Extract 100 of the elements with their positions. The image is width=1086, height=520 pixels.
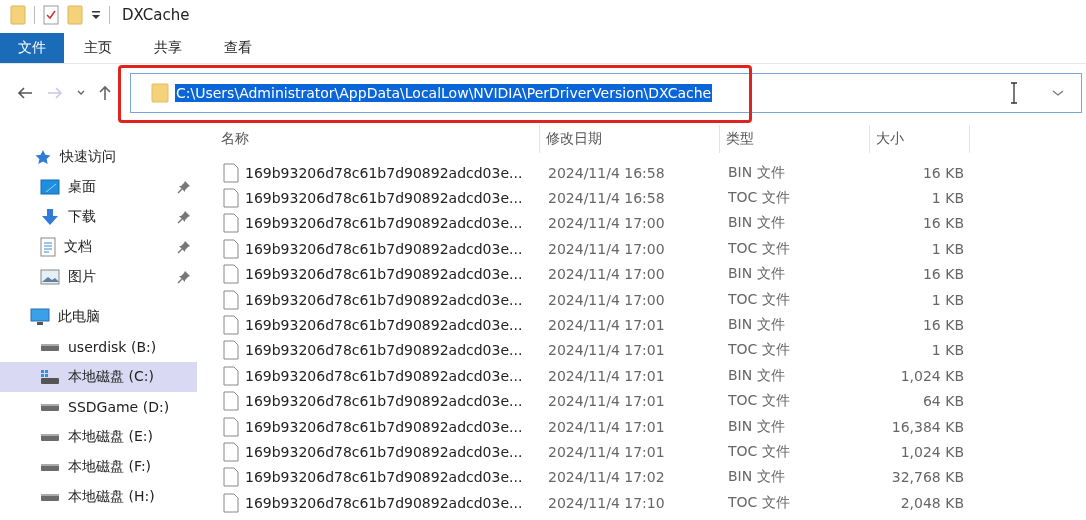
- download-icon: [40, 208, 60, 226]
- sidebar-item[interactable]: 本地磁盘 (C:): [0, 362, 197, 392]
- date-cell-text: 2024/11/4 17:10: [547, 494, 666, 511]
- file-name[interactable]: 169b93206d78c61b7d90892adcd03e...: [245, 317, 523, 334]
- address-field[interactable]: C:\Users\Administrator\AppData\LocalLow\NVIDIA\PerDriverVersion\DXCache: [130, 73, 1082, 113]
- file-name[interactable]: 169b93206d78c61b7d90892adcd03e...: [245, 444, 523, 460]
- date-cell-text: 2024/11/4 17:01: [547, 317, 666, 334]
- drive-icon: [40, 369, 60, 385]
- sidebar-item[interactable]: 此电脑: [0, 302, 197, 332]
- size-cell-text: 64 KB: [921, 393, 964, 410]
- sidebar-item[interactable]: 本地磁盘 (F:): [0, 452, 197, 482]
- column-header[interactable]: 名称: [215, 125, 540, 153]
- size-cell-text: 1 KB: [930, 190, 964, 207]
- drive-icon: [40, 492, 60, 502]
- file-name[interactable]: 169b93206d78c61b7d90892adcd03e...: [245, 494, 523, 511]
- sidebar-item[interactable]: 本地磁盘 (H:): [0, 482, 197, 512]
- type-cell-text: TOC 文件: [727, 392, 791, 411]
- file-name[interactable]: 169b93206d78c61b7d90892adcd03e...: [245, 469, 523, 486]
- file-name[interactable]: 169b93206d78c61b7d90892adcd03e...: [245, 164, 523, 181]
- type-cell-text: TOC 文件: [727, 341, 791, 360]
- star-icon: [34, 149, 52, 165]
- pin-icon[interactable]: [177, 240, 191, 254]
- size-cell-text: 16 KB: [921, 215, 964, 232]
- ribbon-tab[interactable]: 共享: [134, 33, 204, 63]
- type-cell-text: TOC 文件: [727, 290, 791, 309]
- column-header[interactable]: 大小: [870, 125, 970, 153]
- file-icon: [223, 162, 239, 183]
- column-header[interactable]: 类型: [720, 125, 870, 153]
- size-cell-text: 2,048 KB: [899, 494, 964, 511]
- file-name[interactable]: 169b93206d78c61b7d90892adcd03e...: [245, 215, 523, 232]
- ribbon-tab[interactable]: 主页: [64, 33, 134, 63]
- size-cell-text: 1,024 KB: [899, 444, 964, 460]
- drive-icon: [40, 402, 60, 412]
- type-cell-text: TOC 文件: [727, 239, 791, 258]
- pin-icon[interactable]: [177, 210, 191, 224]
- type-cell-text: TOC 文件: [727, 443, 791, 461]
- file-name[interactable]: 169b93206d78c61b7d90892adcd03e...: [245, 266, 523, 283]
- date-cell-text: 2024/11/4 16:58: [547, 164, 666, 181]
- sidebar-item[interactable]: userdisk (B:): [0, 332, 197, 362]
- sidebar-item[interactable]: 快速访问: [0, 142, 197, 172]
- size-cell-text: 1 KB: [930, 342, 964, 359]
- file-name[interactable]: 169b93206d78c61b7d90892adcd03e...: [245, 190, 523, 207]
- computer-icon: [30, 308, 50, 326]
- file-icon: [223, 416, 239, 437]
- type-cell-text: BIN 文件: [727, 468, 786, 487]
- size-cell-text: 16 KB: [921, 164, 964, 181]
- file-icon: [223, 442, 239, 462]
- file-icon: [223, 188, 239, 209]
- file-name[interactable]: 169b93206d78c61b7d90892adcd03e...: [245, 367, 523, 384]
- ribbon-tab[interactable]: 文件: [0, 33, 64, 63]
- sidebar-item[interactable]: 图片: [0, 262, 197, 292]
- type-cell-text: BIN 文件: [727, 417, 786, 436]
- pin-icon[interactable]: [177, 270, 191, 284]
- date-cell-text: 2024/11/4 17:00: [547, 215, 666, 232]
- size-cell-text: 16 KB: [921, 317, 964, 334]
- column-header[interactable]: 修改日期: [540, 125, 720, 153]
- back-icon[interactable]: [16, 85, 34, 101]
- file-icon: [223, 289, 239, 310]
- type-cell-text: TOC 文件: [727, 189, 791, 208]
- date-cell-text: 2024/11/4 17:01: [547, 342, 666, 359]
- properties-icon[interactable]: [43, 5, 59, 25]
- date-cell-text: 2024/11/4 17:00: [547, 291, 666, 308]
- file-icon: [223, 365, 239, 386]
- date-cell-text: 2024/11/4 17:00: [547, 266, 666, 283]
- file-name[interactable]: 169b93206d78c61b7d90892adcd03e...: [245, 393, 523, 410]
- image-icon: [40, 269, 60, 285]
- file-name[interactable]: 169b93206d78c61b7d90892adcd03e...: [245, 342, 523, 359]
- sidebar-item[interactable]: 桌面: [0, 172, 197, 202]
- size-cell-text: 1 KB: [930, 240, 964, 257]
- pin-icon[interactable]: [177, 180, 191, 194]
- text-cursor-icon: [1009, 82, 1019, 104]
- up-icon[interactable]: [98, 85, 112, 101]
- size-cell-text: 16,384 KB: [890, 418, 964, 435]
- ribbon-tab[interactable]: 查看: [204, 33, 274, 63]
- file-icon: [223, 492, 239, 513]
- date-cell-text: 2024/11/4 17:01: [547, 393, 666, 410]
- type-cell-text: TOC 文件: [727, 493, 791, 512]
- chevron-down-icon[interactable]: [1051, 88, 1065, 98]
- sidebar-item[interactable]: 下载: [0, 202, 197, 232]
- dropdown-icon[interactable]: [91, 9, 101, 21]
- file-name[interactable]: 169b93206d78c61b7d90892adcd03e...: [245, 291, 523, 308]
- address-path: C:\Users\Administrator\AppData\LocalLow\NVIDIA\PerDriverVersion\DXCache: [175, 84, 713, 102]
- file-icon: [223, 391, 239, 412]
- file-icon: [223, 213, 239, 234]
- sidebar-item[interactable]: 文档: [0, 232, 197, 262]
- drive-icon: [40, 342, 60, 352]
- chevron-down-icon[interactable]: [76, 89, 86, 97]
- file-icon: [223, 315, 239, 336]
- drive-icon: [40, 462, 60, 472]
- size-cell-text: 1 KB: [930, 291, 964, 308]
- file-name[interactable]: 169b93206d78c61b7d90892adcd03e...: [245, 418, 523, 435]
- file-icon: [223, 264, 239, 285]
- size-cell-text: 16 KB: [921, 266, 964, 283]
- sidebar-item[interactable]: 本地磁盘 (E:): [0, 422, 197, 452]
- window-title: DXCache: [122, 6, 190, 24]
- file-icon: [223, 467, 239, 488]
- document-icon: [40, 237, 56, 257]
- type-cell-text: BIN 文件: [727, 366, 786, 385]
- sidebar-item[interactable]: SSDGame (D:): [0, 392, 197, 422]
- file-name[interactable]: 169b93206d78c61b7d90892adcd03e...: [245, 240, 523, 257]
